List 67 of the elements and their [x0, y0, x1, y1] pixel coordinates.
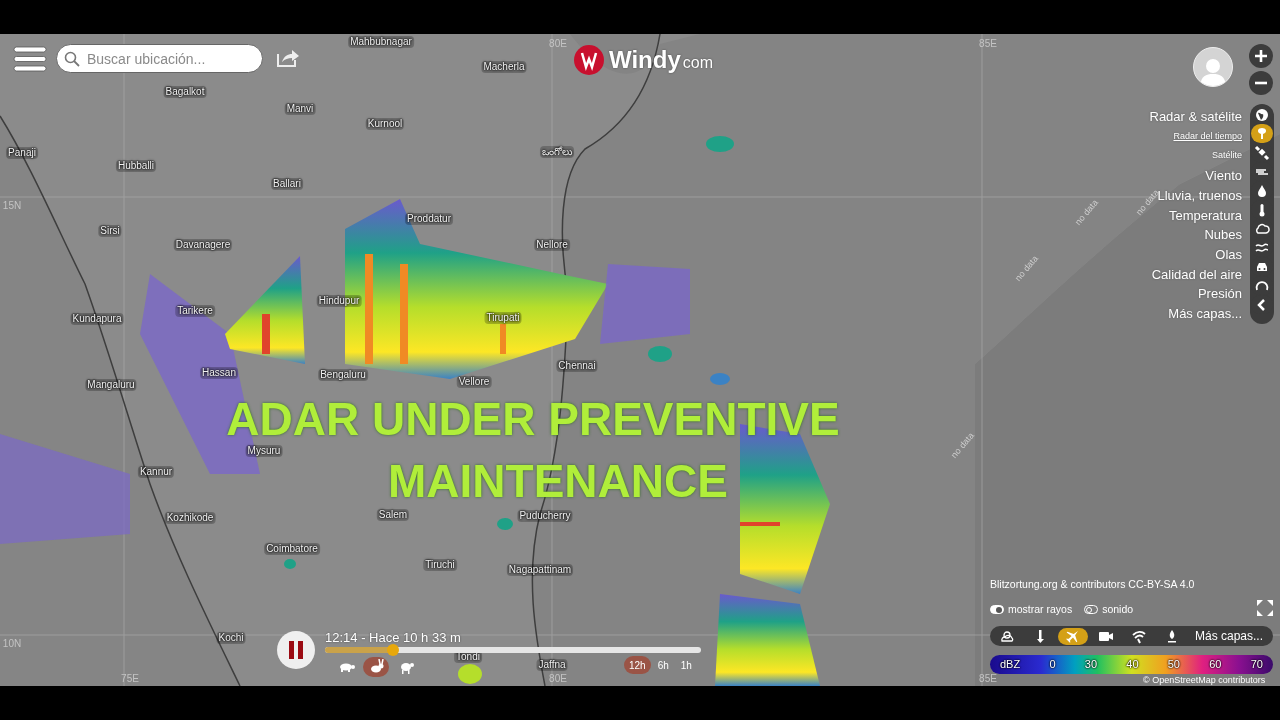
zoom-in-icon[interactable] [1249, 44, 1273, 68]
pause-icon [287, 640, 305, 660]
legend-value: 50 [1167, 657, 1180, 673]
layer-icon-button[interactable] [1251, 105, 1273, 124]
time-range-tab[interactable]: 1h [675, 656, 697, 674]
copyright-text: © OpenStreetMap contributors [1143, 674, 1266, 686]
layer-menu-item[interactable]: Más capas... [1168, 303, 1242, 324]
rain-cell-drawing [648, 346, 672, 362]
grid-label: 10N [2, 638, 22, 649]
rain-cell-drawing [497, 518, 513, 530]
search-icon [64, 51, 80, 67]
layer-menu-item[interactable]: Olas [1215, 244, 1242, 265]
airplane-icon [1065, 628, 1081, 644]
no-data-label: no data [1012, 252, 1041, 285]
legend-unit: dBZ [1000, 657, 1021, 673]
timestamp-text: 12:14 - Hace 10 h 33 m [325, 629, 461, 647]
search-field[interactable]: Buscar ubicación... [56, 44, 263, 73]
legend-value: 60 [1209, 657, 1222, 673]
share-icon[interactable] [276, 48, 300, 68]
layer-menu-item[interactable]: Satélite [1211, 149, 1242, 163]
speed-button[interactable] [363, 657, 389, 677]
rain-cell-drawing [284, 559, 296, 569]
layer-icon-button[interactable] [1251, 124, 1273, 143]
radio-signal-icon [1131, 628, 1147, 644]
time-range-tab[interactable]: 12h [624, 656, 651, 674]
legend-value: 30 [1084, 657, 1098, 673]
satellite-icon [1254, 144, 1270, 161]
logo-text: Windy [609, 45, 681, 75]
logo-suffix: com [682, 53, 713, 73]
grid-label: 85E [979, 38, 997, 49]
legend-value: 40 [1126, 657, 1139, 673]
grid-label: 80E [549, 673, 567, 684]
layer-menu-item[interactable]: Viento [1205, 166, 1242, 186]
attribution-text: Blitzortung.org & contributors CC-BY-SA 4.0 [990, 577, 1195, 592]
layer-menu-item[interactable]: Radar del tiempo [1173, 129, 1242, 144]
layer-menu-item[interactable]: Radar & satélite [1149, 107, 1242, 127]
rain-cell-drawing [710, 373, 730, 385]
layer-menu-item[interactable]: Temperatura [1169, 205, 1242, 226]
time-range-tab[interactable]: 6h [652, 656, 674, 674]
overlay-button[interactable] [1058, 627, 1088, 645]
rain-cell-drawing [458, 664, 482, 684]
rain-cell-drawing [706, 136, 734, 152]
toggle-label: sonido [1102, 602, 1134, 617]
menu-icon[interactable] [13, 46, 47, 72]
grid-label: 85E [979, 673, 997, 684]
sun-cloud-icon [999, 628, 1015, 644]
fullscreen-icon[interactable] [1257, 600, 1273, 616]
layer-menu-item[interactable]: Nubes [1204, 225, 1242, 245]
toggle-switch[interactable] [990, 605, 1004, 615]
layer-menu-item[interactable]: Presión [1197, 284, 1242, 304]
logo-icon [573, 44, 605, 76]
play-pause-button[interactable] [277, 631, 315, 669]
globe-icon [1254, 106, 1270, 123]
zoom-out-icon[interactable] [1249, 71, 1273, 95]
legend-value: 0 [1049, 657, 1056, 673]
radar-maintenance-text: MAINTENANCE [388, 458, 728, 504]
more-layers-button[interactable]: Más capas... [1194, 627, 1271, 645]
timeline-handle[interactable] [386, 644, 399, 656]
radar-maintenance-text: ADAR UNDER PREVENTIVE [226, 396, 840, 442]
grid-label: 75E [121, 673, 139, 684]
no-data-label: no data [948, 429, 977, 462]
no-data-label: no data [1072, 196, 1101, 229]
legend-value: 70 [1250, 657, 1263, 673]
toggle-label: mostrar rayos [1008, 602, 1073, 617]
grid-label: 15N [2, 200, 22, 211]
grid-label: 80E [549, 38, 567, 49]
layer-menu-item[interactable]: Calidad del aire [1151, 264, 1242, 285]
